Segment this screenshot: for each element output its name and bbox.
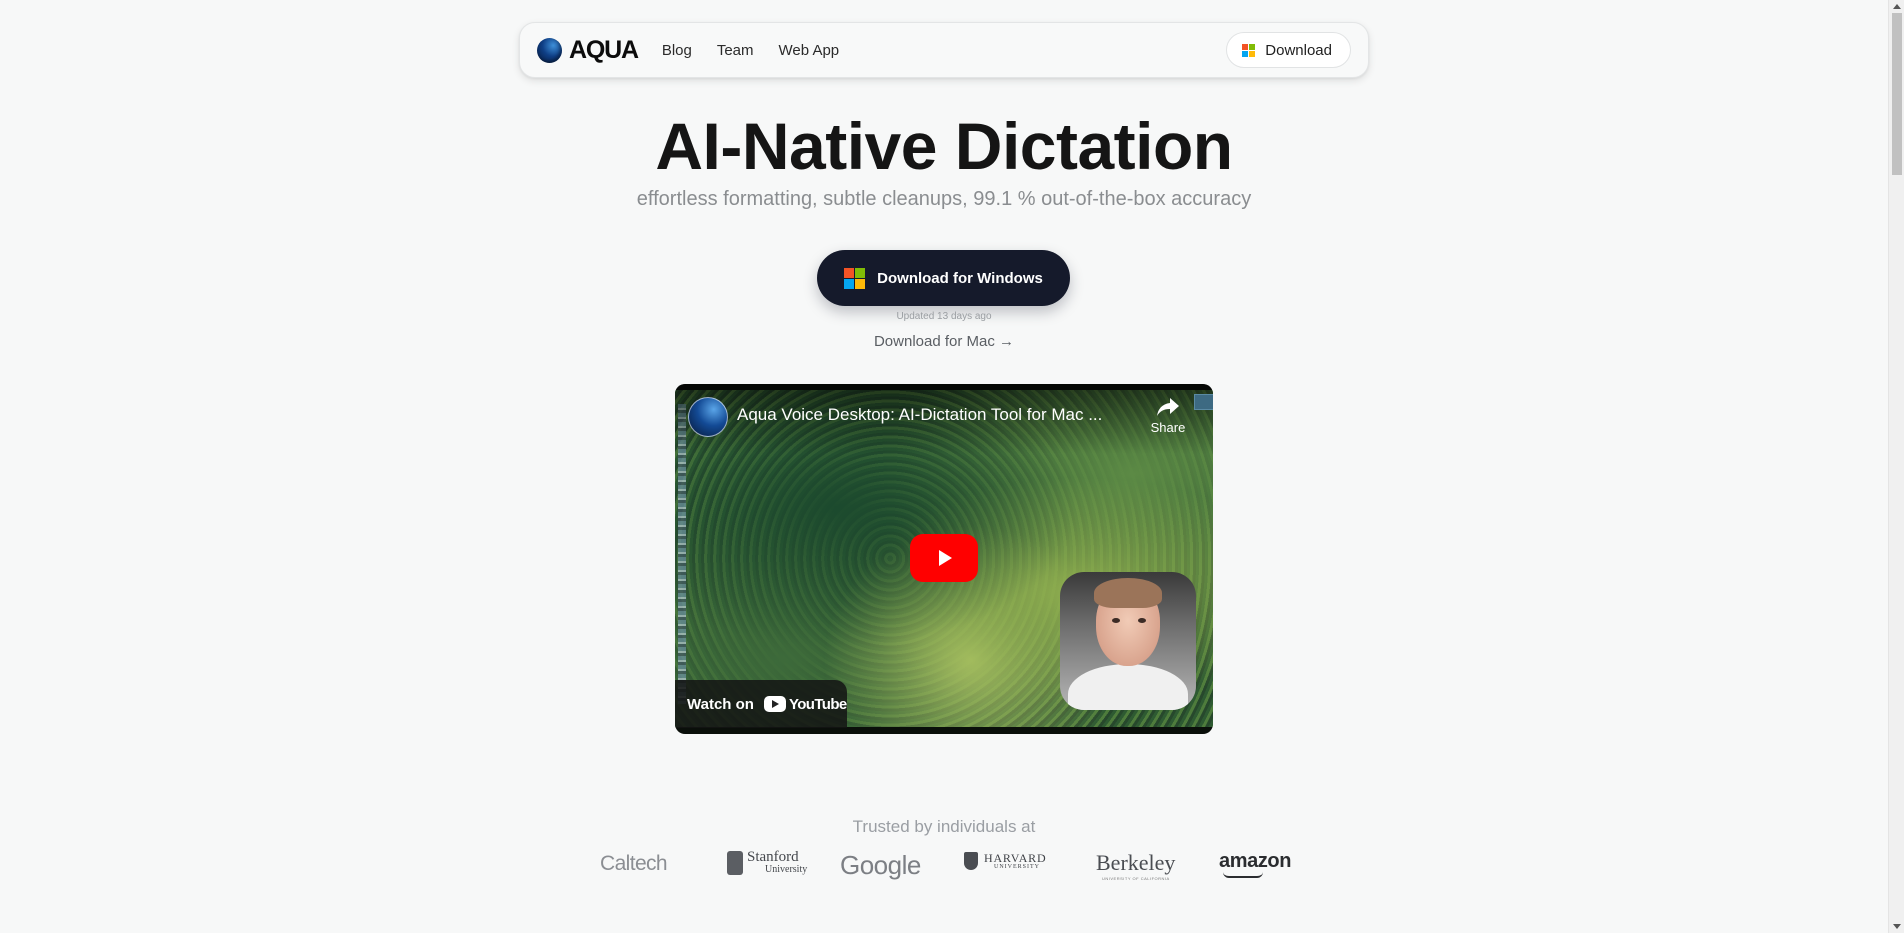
youtube-video-embed[interactable]: Aqua Voice Desktop: AI-Dictation Tool fo… — [675, 384, 1213, 734]
youtube-play-icon — [939, 550, 952, 566]
stanford-sub: University — [765, 864, 808, 875]
channel-avatar[interactable] — [688, 397, 728, 437]
presenter-shirt — [1068, 664, 1188, 710]
presenter-eye — [1112, 618, 1120, 623]
berkeley-logo: Berkeley — [1096, 850, 1176, 875]
harvard-wordmark: HARVARD UNIVERSITY — [984, 852, 1046, 870]
download-mac-link[interactable]: Download for Mac → — [0, 333, 1888, 350]
harvard-shield-icon — [964, 852, 978, 870]
amazon-logo: amazon — [1219, 850, 1292, 872]
harvard-name: HARVARD — [984, 851, 1047, 865]
caltech-logo: Caltech — [600, 852, 668, 875]
page-scrollbar[interactable] — [1888, 0, 1904, 933]
logo-text: AQUA — [569, 35, 639, 64]
presenter-hair — [1094, 578, 1162, 608]
berkeley-sub: UNIVERSITY OF CALIFORNIA — [1102, 876, 1170, 881]
nav-link-web-app[interactable]: Web App — [779, 42, 840, 59]
windows-logo-icon — [844, 267, 866, 289]
nav-download-label: Download — [1265, 41, 1332, 59]
presenter-eye — [1138, 618, 1146, 623]
video-corner-thumb — [1194, 394, 1213, 410]
windows-logo-icon — [1242, 43, 1256, 57]
stanford-tree-icon — [727, 850, 743, 875]
aqua-logo[interactable]: AQUA — [537, 35, 639, 65]
google-logo: Google — [840, 850, 921, 880]
hero-title: AI-Native Dictation — [655, 109, 1233, 183]
stanford-wordmark: Stanford University — [747, 850, 807, 875]
youtube-wordmark: YouTube — [788, 695, 847, 713]
amazon-smile-icon — [1223, 872, 1263, 878]
trusted-heading: Trusted by individuals at — [852, 817, 1036, 836]
youtube-logo: YouTube — [763, 695, 847, 713]
share-label: Share — [1150, 420, 1186, 435]
top-navbar: AQUA Blog Team Web App Download — [519, 22, 1369, 78]
harvard-sub: UNIVERSITY — [994, 864, 1040, 870]
scrollbar-thumb[interactable] — [1892, 13, 1902, 175]
download-windows-button[interactable]: Download for Windows — [817, 250, 1070, 306]
stanford-name: Stanford — [747, 849, 799, 865]
presenter-facecam — [1060, 572, 1196, 710]
nav-download-button[interactable]: Download — [1226, 32, 1351, 68]
youtube-mark-icon — [763, 696, 786, 712]
watch-on-label: Watch on — [687, 695, 754, 713]
scroll-down-arrow-icon[interactable] — [1892, 921, 1902, 931]
scroll-up-arrow-icon[interactable] — [1892, 2, 1902, 12]
download-windows-label: Download for Windows — [877, 269, 1043, 287]
harvard-logo: HARVARD UNIVERSITY — [964, 852, 1046, 870]
hero-subtitle: effortless formatting, subtle cleanups, … — [636, 188, 1252, 210]
nav-link-blog[interactable]: Blog — [662, 42, 692, 59]
share-arrow-icon — [1157, 398, 1179, 416]
video-title[interactable]: Aqua Voice Desktop: AI-Dictation Tool fo… — [737, 405, 1127, 425]
watch-on-youtube-button[interactable]: Watch on YouTube — [675, 680, 847, 728]
aqua-orb-icon — [537, 37, 562, 63]
youtube-play-button[interactable] — [910, 534, 978, 582]
updated-timestamp: Updated 13 days ago — [896, 311, 992, 322]
share-button[interactable]: Share — [1145, 396, 1191, 435]
nav-link-team[interactable]: Team — [717, 42, 754, 59]
stanford-logo: Stanford University — [727, 850, 807, 875]
